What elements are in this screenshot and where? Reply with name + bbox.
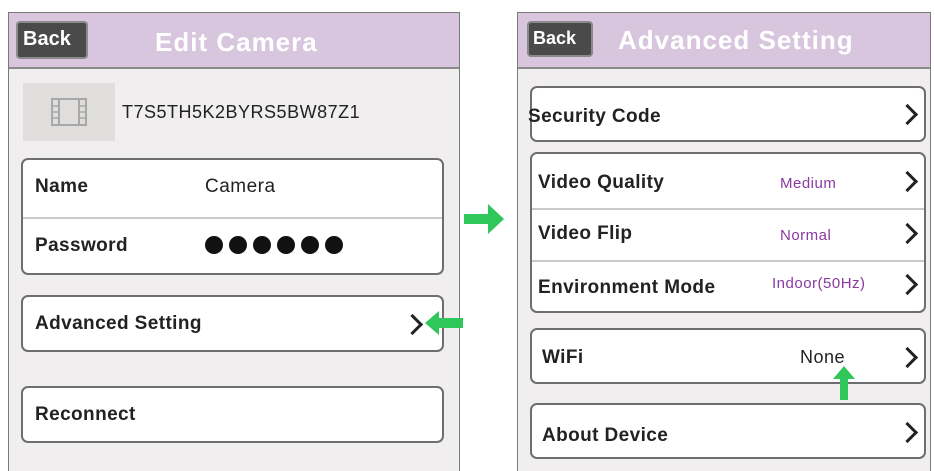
video-settings-card: Video Quality Medium Video Flip Normal E… bbox=[530, 152, 926, 313]
chevron-right-icon bbox=[896, 170, 919, 193]
password-dot-icon bbox=[277, 236, 295, 254]
video-flip-row[interactable]: Video Flip Normal bbox=[532, 208, 924, 260]
password-dot-icon bbox=[253, 236, 271, 254]
green-arrow-icon bbox=[425, 311, 463, 335]
security-code-button[interactable]: Security Code bbox=[528, 86, 926, 142]
password-field[interactable] bbox=[205, 236, 343, 254]
about-device-button[interactable]: About Device bbox=[530, 403, 926, 459]
environment-mode-row[interactable]: Environment Mode Indoor(50Hz) bbox=[532, 260, 924, 311]
camera-id: T7S5TH5K2BYRS5BW87Z1 bbox=[122, 102, 361, 122]
name-label: Name bbox=[35, 176, 89, 197]
advanced-setting-header: Back Advanced Setting bbox=[518, 13, 930, 69]
chevron-right-icon bbox=[896, 421, 919, 444]
chevron-right-icon bbox=[896, 273, 919, 296]
environment-mode-value: Indoor(50Hz) bbox=[772, 275, 866, 292]
wifi-label: WiFi bbox=[542, 347, 584, 368]
password-dot-icon bbox=[229, 236, 247, 254]
green-arrow-icon bbox=[464, 204, 504, 234]
advanced-setting-button[interactable]: Advanced Setting bbox=[21, 295, 444, 352]
green-arrow-icon bbox=[833, 366, 855, 400]
environment-mode-label: Environment Mode bbox=[538, 277, 716, 298]
page-title: Edit Camera bbox=[155, 27, 318, 57]
wifi-value: None bbox=[800, 347, 846, 367]
camera-thumbnail bbox=[23, 83, 115, 141]
edit-camera-screen: Back Edit Camera T7S5TH5K2BYRS5BW87Z1 Na… bbox=[8, 12, 463, 471]
edit-camera-header: Back Edit Camera bbox=[9, 13, 459, 69]
page-title: Advanced Setting bbox=[618, 25, 854, 55]
back-button[interactable]: Back bbox=[527, 21, 593, 57]
name-row[interactable]: Name Camera bbox=[23, 160, 442, 217]
video-quality-label: Video Quality bbox=[538, 172, 665, 193]
chevron-right-icon bbox=[896, 222, 919, 245]
chevron-right-icon bbox=[401, 313, 424, 336]
password-dot-icon bbox=[205, 236, 223, 254]
chevron-right-icon bbox=[896, 346, 919, 369]
video-quality-value: Medium bbox=[780, 175, 837, 192]
name-value[interactable]: Camera bbox=[205, 176, 276, 198]
password-dot-icon bbox=[325, 236, 343, 254]
wifi-button[interactable]: WiFi None bbox=[530, 328, 926, 384]
about-device-label: About Device bbox=[542, 425, 669, 446]
security-code-label: Security Code bbox=[528, 106, 661, 127]
video-flip-value: Normal bbox=[780, 227, 832, 244]
reconnect-button[interactable]: Reconnect bbox=[21, 386, 444, 443]
advanced-setting-label: Advanced Setting bbox=[35, 313, 202, 334]
advanced-setting-screen: Back Advanced Setting Security Code Vide… bbox=[517, 12, 931, 471]
reconnect-label: Reconnect bbox=[35, 404, 136, 425]
film-strip-icon bbox=[51, 98, 87, 126]
password-label: Password bbox=[35, 235, 128, 256]
back-button[interactable]: Back bbox=[16, 21, 88, 59]
video-flip-label: Video Flip bbox=[538, 223, 633, 244]
password-dot-icon bbox=[301, 236, 319, 254]
chevron-right-icon bbox=[896, 103, 919, 126]
password-row[interactable]: Password bbox=[23, 217, 442, 273]
video-quality-row[interactable]: Video Quality Medium bbox=[532, 154, 924, 208]
credentials-card: Name Camera Password bbox=[21, 158, 444, 275]
